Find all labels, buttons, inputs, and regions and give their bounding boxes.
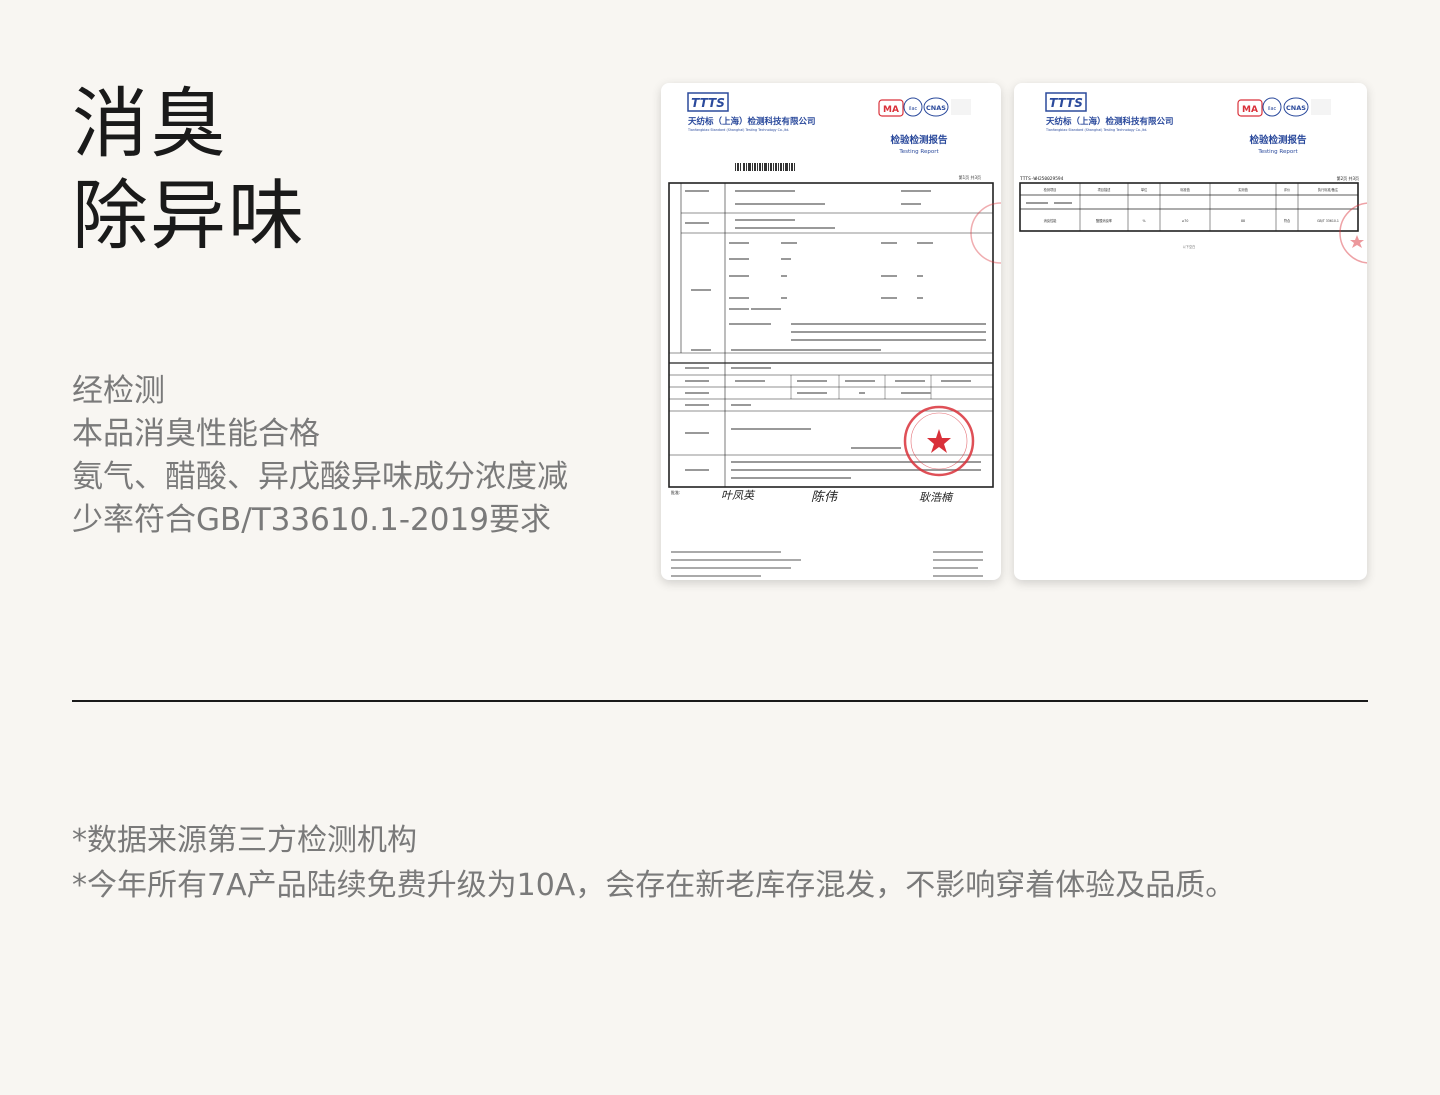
svg-text:MA: MA bbox=[1242, 105, 1258, 115]
svg-text:CNAS: CNAS bbox=[1286, 104, 1306, 112]
svg-text:ilac: ilac bbox=[1268, 106, 1277, 112]
report-2-title-en: Testing Report bbox=[1257, 149, 1298, 155]
svg-text:评价: 评价 bbox=[1284, 187, 1291, 192]
svg-text:MA: MA bbox=[883, 105, 899, 115]
cert-marks-icon: MA ilac CNAS bbox=[878, 97, 971, 117]
report-1-title-en: Testing Report bbox=[898, 149, 939, 155]
report-2-company-en: Tianfangbiao Standard (Shanghai) Testing… bbox=[1045, 128, 1147, 132]
report-2-title: 检验检测报告 bbox=[1249, 134, 1307, 146]
svg-text:≥70: ≥70 bbox=[1182, 219, 1189, 223]
svg-text:ilac: ilac bbox=[909, 106, 918, 112]
signatures: 批准: 叶凤英 陈伟 耿浩楠 bbox=[671, 489, 954, 505]
svg-text:单位: 单位 bbox=[1141, 187, 1148, 192]
report-1-document: TTTS 天纺标（上海）检测科技有限公司 Tianfangbiao Standa… bbox=[668, 92, 1001, 577]
svg-text:醋酸消臭率: 醋酸消臭率 bbox=[1096, 218, 1113, 223]
description-line: 少率符合GB/T33610.1-2019要求 bbox=[72, 502, 551, 538]
cert-marks-icon: MA ilac CNAS bbox=[1237, 97, 1331, 117]
svg-text:TTTS: TTTS bbox=[691, 96, 725, 110]
svg-text:88: 88 bbox=[1241, 219, 1245, 223]
description-line: 经检测 bbox=[72, 373, 165, 409]
report-2-document: TTTS 天纺标（上海）检测科技有限公司 Tianfangbiao Standa… bbox=[1019, 92, 1367, 264]
title-line-2: 除异味 bbox=[72, 171, 306, 260]
report-2-table-text-placeholder bbox=[1026, 202, 1072, 204]
svg-text:项目描述: 项目描述 bbox=[1098, 187, 1112, 192]
footnote-source: *数据来源第三方检测机构 bbox=[72, 823, 417, 858]
svg-text:执行标准/备注: 执行标准/备注 bbox=[1318, 187, 1339, 192]
svg-text:GB/T 33610.1: GB/T 33610.1 bbox=[1317, 219, 1339, 223]
svg-text:消臭性能: 消臭性能 bbox=[1044, 218, 1058, 223]
report-2-number: TTTS-WH250029594 bbox=[1020, 176, 1064, 182]
ttts-logo: TTTS bbox=[1045, 92, 1087, 112]
report-1-footer bbox=[671, 551, 983, 577]
barcode bbox=[735, 163, 795, 171]
svg-text:批准:: 批准: bbox=[671, 489, 680, 495]
report-2-table-text: 检测项目 项目描述 单位 标准值 实测值 评价 执行标准/备注 消臭性能 醋酸消… bbox=[1044, 187, 1339, 249]
svg-text:符合: 符合 bbox=[1284, 218, 1291, 223]
description-line: 本品消臭性能合格 bbox=[72, 416, 320, 452]
report-2-page-number: 第2页 共3页 bbox=[1337, 175, 1359, 181]
svg-text:CNAS: CNAS bbox=[926, 104, 946, 112]
ttts-logo: TTTS bbox=[687, 92, 729, 112]
svg-text:耿浩楠: 耿浩楠 bbox=[919, 491, 954, 504]
description-line: 氨气、醋酸、异戊酸异味成分浓度减 bbox=[72, 459, 568, 495]
report-2-company: 天纺标（上海）检测科技有限公司 bbox=[1046, 116, 1174, 127]
svg-text:检测项目: 检测项目 bbox=[1044, 187, 1057, 192]
svg-text:陈伟: 陈伟 bbox=[811, 489, 839, 505]
svg-text:实测值: 实测值 bbox=[1238, 187, 1248, 192]
test-report-page-1: TTTS 天纺标（上海）检测科技有限公司 Tianfangbiao Standa… bbox=[661, 83, 1001, 580]
svg-text:标准值: 标准值 bbox=[1180, 187, 1190, 192]
svg-text:叶凤英: 叶凤英 bbox=[721, 489, 756, 502]
svg-text:以下空白: 以下空白 bbox=[1183, 244, 1196, 249]
title-line-1: 消臭 bbox=[72, 79, 228, 168]
svg-text:%: % bbox=[1142, 219, 1145, 223]
test-report-page-2: TTTS 天纺标（上海）检测科技有限公司 Tianfangbiao Standa… bbox=[1014, 83, 1367, 580]
footnotes: *数据来源第三方检测机构 *今年所有7A产品陆续免费升级为10A，会存在新老库存… bbox=[72, 818, 1235, 908]
svg-text:TTTS: TTTS bbox=[1049, 96, 1083, 110]
official-seal-icon bbox=[903, 405, 975, 477]
report-1-company-en: Tianfangbiao Standard (Shanghai) Testing… bbox=[687, 128, 789, 132]
report-1-company: 天纺标（上海）检测科技有限公司 bbox=[688, 116, 816, 127]
edge-seal-icon bbox=[1339, 202, 1367, 264]
description: 经检测 本品消臭性能合格 氨气、醋酸、异戊酸异味成分浓度减 少率符合GB/T33… bbox=[72, 370, 568, 542]
section-divider bbox=[72, 700, 1368, 702]
report-1-title: 检验检测报告 bbox=[890, 134, 948, 146]
report-1-page-number: 第1页 共3页 bbox=[959, 174, 981, 180]
footnote-upgrade: *今年所有7A产品陆续免费升级为10A，会存在新老库存混发，不影响穿着体验及品质… bbox=[72, 868, 1236, 903]
page-title: 消臭 除异味 bbox=[72, 78, 306, 262]
